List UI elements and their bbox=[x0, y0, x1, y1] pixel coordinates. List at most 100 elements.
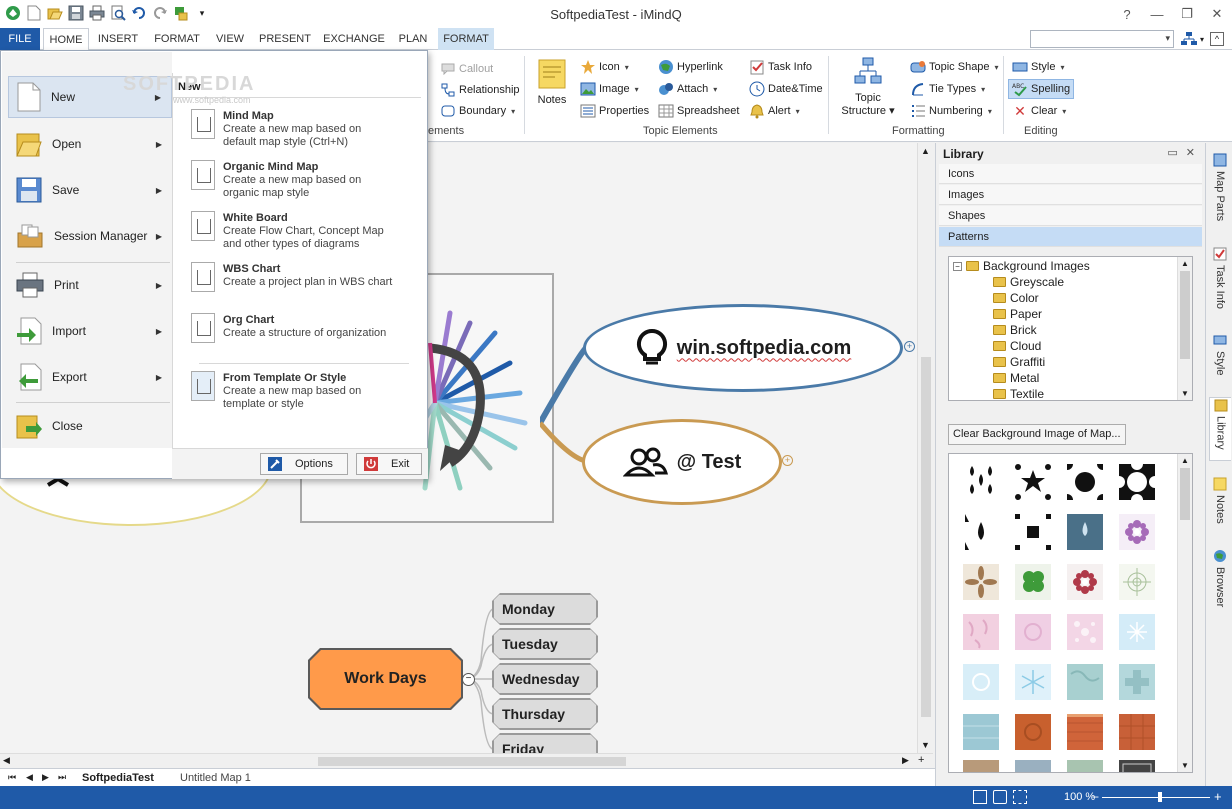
next-sheet-icon[interactable]: ▶ bbox=[42, 772, 49, 783]
paint-icon[interactable] bbox=[172, 4, 190, 22]
vertical-scroll-thumb[interactable] bbox=[921, 357, 931, 717]
file-menu-print[interactable]: Print ▶ bbox=[8, 265, 172, 305]
tree-scrollbar[interactable]: ▲ ▼ bbox=[1177, 257, 1192, 400]
subtopic-day[interactable]: Thursday bbox=[493, 699, 597, 729]
tree-node[interactable]: Graffiti bbox=[993, 355, 1045, 369]
properties-button[interactable]: Properties bbox=[580, 102, 649, 120]
ribbon-minimize-icon[interactable]: ^ bbox=[1210, 32, 1224, 46]
pattern-inverse-dot-icon[interactable] bbox=[1119, 464, 1155, 500]
canvas-horizontal-scrollbar[interactable]: ◀ ▶ + bbox=[0, 753, 933, 768]
new-wbs-chart-option[interactable]: WBS Chart Create a project plan in WBS ch… bbox=[191, 262, 403, 292]
task-info-button[interactable]: Task Info bbox=[749, 58, 812, 76]
pattern-brown-flower-icon[interactable] bbox=[963, 564, 999, 600]
help-icon[interactable]: ? bbox=[1112, 0, 1142, 28]
restore-button[interactable]: ❐ bbox=[1172, 0, 1202, 28]
redo-icon[interactable] bbox=[151, 4, 169, 22]
pattern-square-icon[interactable] bbox=[1015, 514, 1051, 550]
date-time-button[interactable]: Date&Time bbox=[749, 80, 823, 98]
side-tab-library[interactable]: Library bbox=[1209, 397, 1231, 461]
subtopic-day[interactable]: Tuesday bbox=[493, 629, 597, 659]
pattern-green-lace-icon[interactable] bbox=[1119, 564, 1155, 600]
zoom-slider-thumb[interactable] bbox=[1158, 792, 1162, 802]
callout-button[interactable]: Callout bbox=[440, 60, 493, 78]
pattern-aqua-icon[interactable] bbox=[963, 714, 999, 750]
tab-file[interactable]: FILE bbox=[0, 28, 40, 50]
attach-button[interactable]: Attach ▾ bbox=[658, 80, 717, 98]
tree-node[interactable]: Textile bbox=[993, 387, 1044, 400]
subtopic-day[interactable]: Friday bbox=[493, 734, 597, 753]
side-tab-browser[interactable]: Browser bbox=[1209, 549, 1231, 607]
library-section-images[interactable]: Images bbox=[939, 185, 1202, 205]
horizontal-scroll-thumb[interactable] bbox=[318, 757, 626, 766]
scroll-left-icon[interactable]: ◀ bbox=[3, 755, 10, 766]
spreadsheet-button[interactable]: Spreadsheet bbox=[658, 102, 739, 120]
tab-view[interactable]: VIEW bbox=[210, 28, 250, 50]
tab-format[interactable]: FORMAT bbox=[148, 28, 206, 50]
pattern-pink-1-icon[interactable] bbox=[963, 614, 999, 650]
tab-exchange[interactable]: EXCHANGE bbox=[320, 28, 388, 50]
fit-page-icon[interactable] bbox=[1013, 790, 1027, 804]
zoom-out-icon[interactable]: − bbox=[1092, 790, 1099, 804]
file-menu-export[interactable]: Export ▶ bbox=[8, 357, 172, 397]
new-doc-icon[interactable] bbox=[25, 4, 43, 22]
new-organic-mind-map-option[interactable]: Organic Mind Map Create a new map based o… bbox=[191, 160, 403, 200]
side-tab-notes[interactable]: Notes bbox=[1209, 477, 1231, 524]
pin-icon[interactable]: ▭ bbox=[1167, 146, 1177, 159]
file-menu-open[interactable]: Open ▶ bbox=[8, 124, 172, 164]
fit-map-icon[interactable] bbox=[973, 790, 987, 804]
topic-shape-button[interactable]: Topic Shape ▾ bbox=[910, 58, 999, 76]
side-tab-style[interactable]: Style bbox=[1209, 333, 1231, 375]
image-button[interactable]: Image ▾ bbox=[580, 80, 639, 98]
file-menu-save[interactable]: Save ▶ bbox=[8, 170, 172, 210]
new-org-chart-option[interactable]: Org Chart Create a structure of organizat… bbox=[191, 313, 403, 343]
panel-close-icon[interactable]: ✕ bbox=[1186, 146, 1195, 159]
subtopic-day[interactable]: Monday bbox=[493, 594, 597, 624]
open-icon[interactable] bbox=[46, 4, 64, 22]
pattern-partial-icon[interactable] bbox=[1015, 760, 1051, 773]
canvas-vertical-scrollbar[interactable]: ▲ ▼ bbox=[917, 143, 933, 753]
close-button[interactable]: ✕ bbox=[1202, 0, 1232, 28]
library-section-icons[interactable]: Icons bbox=[939, 164, 1202, 184]
expand-topic-icon[interactable]: + bbox=[904, 341, 915, 352]
fit-selection-icon[interactable] bbox=[993, 790, 1007, 804]
sheet-tab-active[interactable]: SoftpediaTest bbox=[74, 770, 162, 786]
app-logo-icon[interactable] bbox=[4, 4, 22, 22]
tree-node[interactable]: Color bbox=[993, 291, 1039, 305]
pattern-partial-icon[interactable] bbox=[1067, 760, 1103, 773]
pattern-clover-icon[interactable] bbox=[1015, 564, 1051, 600]
pattern-scrollbar[interactable]: ▲ ▼ bbox=[1177, 454, 1192, 772]
clear-background-button[interactable]: Clear Background Image of Map... bbox=[948, 424, 1126, 445]
tree-node-root[interactable]: − Background Images bbox=[953, 259, 1090, 273]
org-chart-icon[interactable]: ▾ bbox=[1180, 31, 1204, 47]
alert-button[interactable]: Alert ▾ bbox=[749, 102, 800, 120]
pattern-orange-2-icon[interactable] bbox=[1067, 714, 1103, 750]
tab-format-contextual[interactable]: FORMAT bbox=[438, 28, 494, 50]
new-from-template-option[interactable]: From Template Or Style Create a new map b… bbox=[191, 371, 403, 411]
icon-button[interactable]: Icon ▾ bbox=[580, 58, 629, 76]
pattern-pink-2-icon[interactable] bbox=[1015, 614, 1051, 650]
pattern-blue-drop-icon[interactable] bbox=[1067, 514, 1103, 550]
topic-softpedia[interactable]: win.softpedia.com bbox=[583, 304, 903, 392]
tree-node[interactable]: Paper bbox=[993, 307, 1042, 321]
pattern-orange-3-icon[interactable] bbox=[1119, 714, 1155, 750]
pattern-blue-1-icon[interactable] bbox=[1119, 614, 1155, 650]
scroll-up-icon[interactable]: ▲ bbox=[921, 146, 930, 156]
clear-button[interactable]: ✕ Clear ▾ bbox=[1012, 102, 1066, 120]
save-icon[interactable] bbox=[67, 4, 85, 22]
collapse-topic-icon[interactable]: − bbox=[462, 673, 475, 686]
pattern-fleur-icon[interactable] bbox=[963, 464, 999, 500]
tie-types-button[interactable]: Tie Types ▾ bbox=[910, 80, 985, 98]
tab-home[interactable]: HOME bbox=[43, 28, 89, 51]
search-box[interactable]: ▾ bbox=[1029, 30, 1174, 48]
pattern-red-flower-icon[interactable] bbox=[1067, 564, 1103, 600]
tab-present[interactable]: PRESENT bbox=[256, 28, 314, 50]
print-preview-icon[interactable] bbox=[109, 4, 127, 22]
prev-sheet-icon[interactable]: ◀ bbox=[26, 772, 33, 783]
pattern-partial-icon[interactable] bbox=[1119, 760, 1155, 773]
options-button[interactable]: Options bbox=[260, 453, 348, 475]
pattern-teal-1-icon[interactable] bbox=[1067, 664, 1103, 700]
side-tab-map-parts[interactable]: Map Parts bbox=[1209, 153, 1231, 221]
pattern-drop-icon[interactable] bbox=[963, 514, 999, 550]
library-section-patterns[interactable]: Patterns bbox=[939, 227, 1202, 247]
topic-structure-button[interactable]: Topic Structure ▾ bbox=[838, 56, 898, 118]
